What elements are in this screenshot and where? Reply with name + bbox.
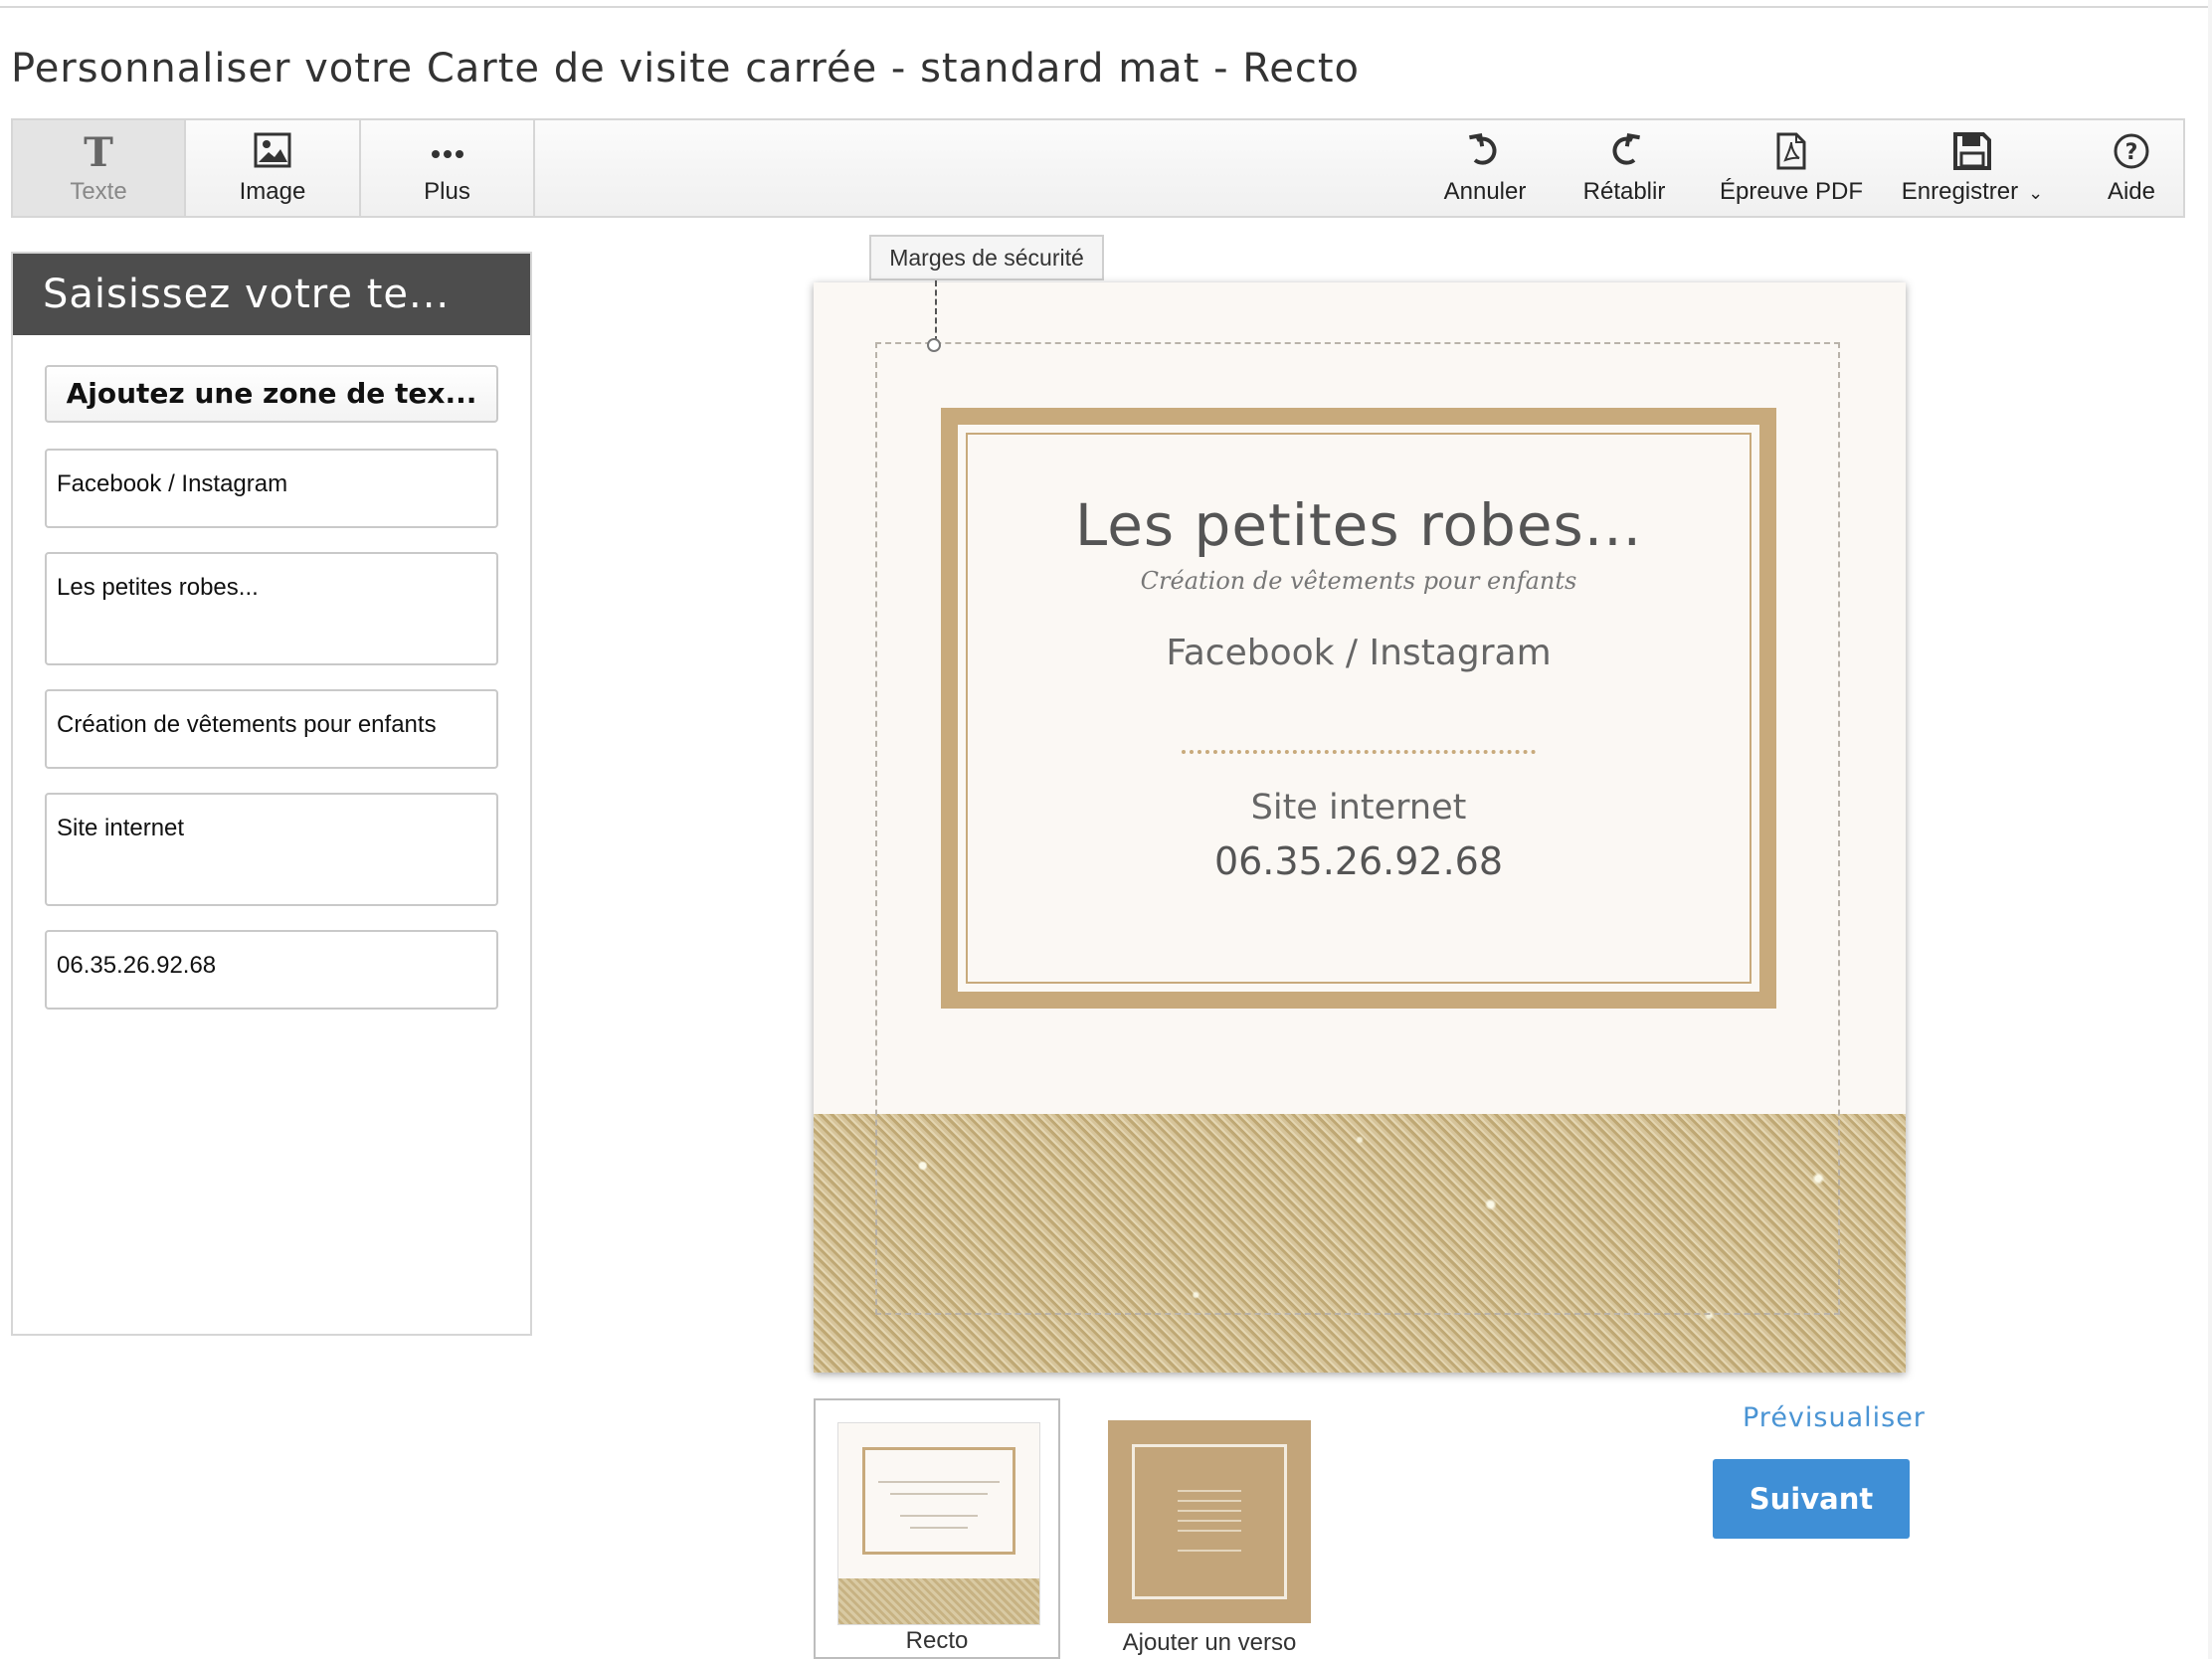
text-icon: T [13, 120, 184, 180]
tool-image-button[interactable]: Image [186, 120, 361, 216]
pdf-proof-button[interactable]: Épreuve PDF [1704, 120, 1879, 216]
tool-more-label: Plus [424, 178, 470, 205]
editor-toolbar: T Texte Image Plus Annuler Rétablir Épre… [11, 118, 2185, 218]
help-label: Aide [2107, 178, 2156, 205]
svg-text:?: ? [2125, 140, 2138, 165]
tool-image-label: Image [239, 178, 306, 205]
chevron-down-icon[interactable]: ⌄ [2028, 183, 2043, 203]
help-button[interactable]: ? Aide [2082, 120, 2181, 216]
undo-button[interactable]: Annuler [1425, 120, 1545, 216]
more-icon [361, 120, 533, 180]
safety-margin-guide [875, 342, 1840, 1315]
save-icon [1883, 120, 2062, 180]
undo-label: Annuler [1443, 178, 1527, 205]
save-button[interactable]: Enregistrer ⌄ [1883, 120, 2062, 216]
thumbnail-add-verso[interactable]: Ajouter un verso [1086, 1398, 1333, 1659]
top-divider [0, 6, 2212, 8]
text-field-phone[interactable]: 06.35.26.92.68 [45, 930, 498, 1010]
preview-link[interactable]: Prévisualiser [1743, 1402, 1926, 1433]
save-label-wrap: Enregistrer ⌄ [1883, 178, 2062, 206]
svg-text:T: T [84, 132, 113, 172]
redo-label: Rétablir [1582, 178, 1666, 205]
recto-preview-image [837, 1422, 1040, 1625]
redo-button[interactable]: Rétablir [1565, 120, 1684, 216]
tool-text-button[interactable]: T Texte [13, 120, 186, 216]
undo-icon [1425, 120, 1545, 180]
verso-preview-image [1108, 1420, 1311, 1623]
window-edge [2208, 0, 2212, 1659]
text-panel: Saisissez votre te... Ajoutez une zone d… [11, 252, 532, 1336]
text-field-title[interactable]: Les petites robes... [45, 552, 498, 665]
text-field-subtitle[interactable]: Création de vêtements pour enfants [45, 689, 498, 769]
page-title: Personnaliser votre Carte de visite carr… [11, 46, 1360, 92]
thumbnail-recto-label: Recto [905, 1627, 969, 1654]
thumbnail-recto[interactable]: Recto [814, 1398, 1060, 1659]
business-card-canvas[interactable]: Les petites robes... Création de vêtemen… [814, 282, 1906, 1373]
panel-header: Saisissez votre te... [13, 254, 530, 335]
tool-text-label: Texte [70, 178, 127, 205]
text-field-website[interactable]: Site internet [45, 793, 498, 906]
thumbnail-verso-label: Ajouter un verso [1122, 1629, 1297, 1656]
image-icon [186, 120, 359, 180]
text-field-social[interactable]: Facebook / Instagram [45, 449, 498, 528]
redo-icon [1565, 120, 1684, 180]
add-text-zone-button[interactable]: Ajoutez une zone de tex... [45, 365, 498, 423]
tool-more-button[interactable]: Plus [361, 120, 535, 216]
pdf-proof-label: Épreuve PDF [1719, 178, 1864, 205]
safety-margin-pointer [935, 280, 937, 342]
save-label: Enregistrer [1901, 178, 2019, 205]
safety-margins-toggle[interactable]: Marges de sécurité [869, 235, 1104, 280]
help-icon: ? [2082, 120, 2181, 180]
pdf-icon [1704, 120, 1879, 180]
next-button[interactable]: Suivant [1713, 1459, 1910, 1539]
safety-margin-handle [927, 338, 941, 352]
